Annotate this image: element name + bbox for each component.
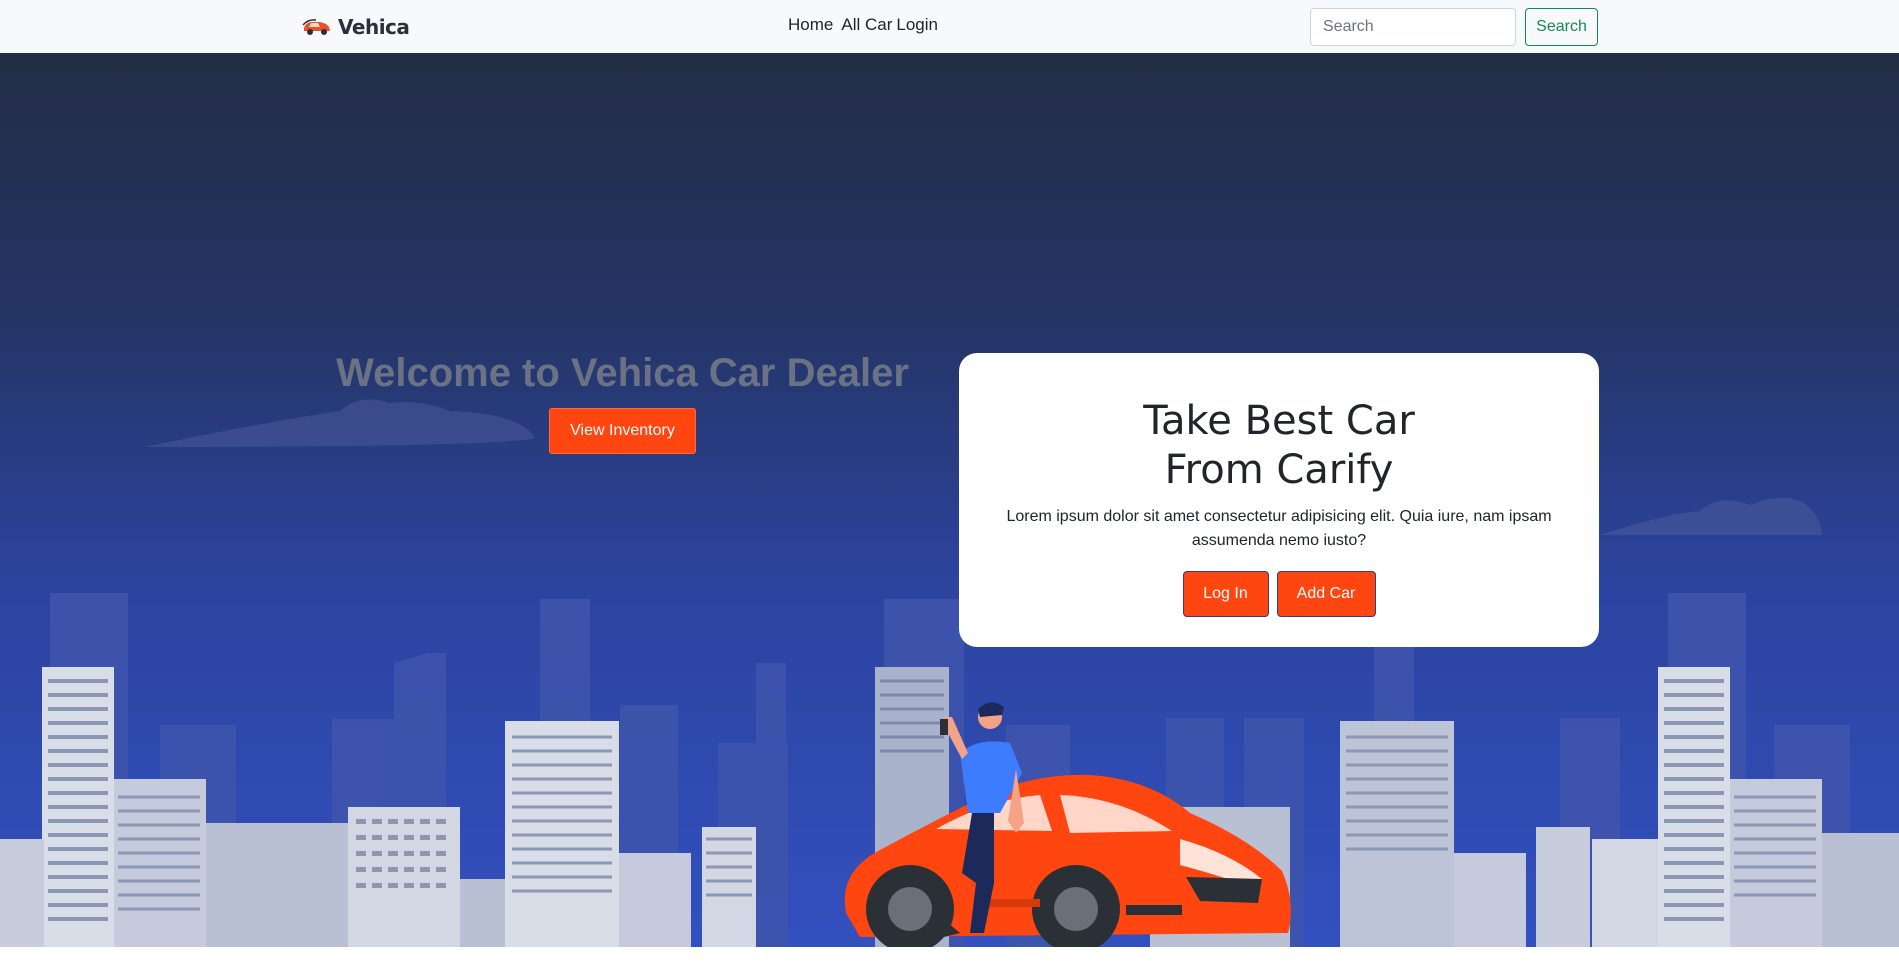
nav-links: Home All Car Login <box>788 15 938 35</box>
nav-link-home[interactable]: Home <box>788 15 833 35</box>
city-illustration <box>0 399 1899 947</box>
nav-link-login[interactable]: Login <box>896 15 938 35</box>
view-inventory-button[interactable]: View Inventory <box>549 408 696 454</box>
nav-link-all-car[interactable]: All Car <box>841 15 892 35</box>
add-car-button[interactable]: Add Car <box>1276 571 1376 617</box>
hero-section: Welcome to Vehica Car Dealer View Invent… <box>0 53 1899 947</box>
page-bottom <box>0 947 1899 975</box>
brand-name: Vehica <box>338 15 410 39</box>
navbar: Vehica Home All Car Login Search <box>0 0 1899 53</box>
cloud-right <box>1600 497 1822 535</box>
search-input[interactable] <box>1310 8 1516 46</box>
login-button[interactable]: Log In <box>1182 571 1269 617</box>
card-title-line1: Take Best Car <box>1143 398 1415 444</box>
hero-card: Take Best Car From Carify Lorem ipsum do… <box>959 353 1599 647</box>
brand-logo-link[interactable]: Vehica <box>302 13 410 41</box>
card-description: Lorem ipsum dolor sit amet consectetur a… <box>1006 508 1552 549</box>
card-title-line2: From Carify <box>1164 447 1394 493</box>
card-buttons: Log In Add Car <box>959 571 1599 617</box>
cloud-left <box>145 399 535 447</box>
search-button[interactable]: Search <box>1525 8 1598 46</box>
car-logo-icon <box>302 19 330 35</box>
card-title: Take Best Car From Carify <box>959 397 1599 495</box>
